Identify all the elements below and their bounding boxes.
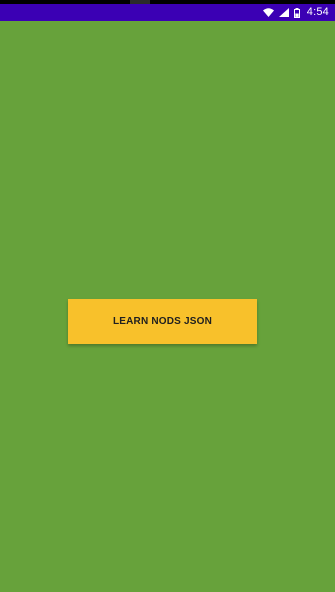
main-content: LEARN NODS JSON (0, 21, 335, 592)
app-screen: 4:54 LEARN NODS JSON (0, 0, 335, 592)
status-time: 4:54 (306, 6, 329, 18)
battery-icon (293, 7, 300, 18)
learn-nods-json-button[interactable]: LEARN NODS JSON (68, 299, 257, 344)
cellular-signal-icon (278, 8, 289, 17)
wifi-icon (262, 8, 274, 17)
status-bar: 4:54 (0, 4, 335, 21)
status-icons: 4:54 (262, 4, 329, 21)
